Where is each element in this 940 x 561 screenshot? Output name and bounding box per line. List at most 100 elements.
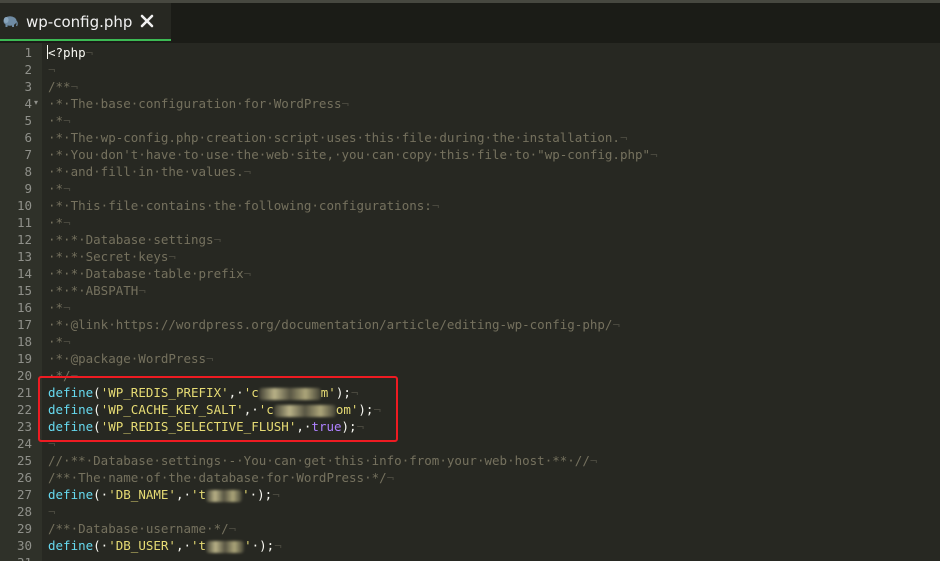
code-token: ¬ [63, 113, 71, 128]
line-number: 4 [24, 96, 32, 111]
redacted-value [206, 540, 245, 553]
code-line[interactable]: 15 ·*·*·ABSPATH¬ [0, 282, 940, 299]
code-token: ¬ [168, 249, 176, 264]
code-line[interactable]: 2 ¬ [0, 61, 940, 78]
code-text: ·*·You·don't·have·to·use·the·web·site,·y… [48, 146, 658, 163]
code-line[interactable]: 23 define('WP_REDIS_SELECTIVE_FLUSH',·tru… [0, 418, 940, 435]
code-line[interactable]: 17 ·*·@link·https://wordpress.org/documen… [0, 316, 940, 333]
code-token: ¬ [63, 300, 71, 315]
code-token: ¬ [243, 164, 252, 179]
code-line[interactable]: 27 define(·'DB_NAME',·'t '·);¬ [0, 486, 940, 503]
code-token: <?php [48, 45, 86, 60]
code-token: /**·The·name·of·the·database·for·WordPre… [48, 470, 387, 485]
code-line[interactable]: 29 /**·Database·username·*/¬ [0, 520, 940, 537]
code-line[interactable]: 14 ·*·*·Database·table·prefix¬ [0, 265, 940, 282]
code-token: ¬ [206, 351, 214, 366]
code-token: ¬ [350, 385, 359, 400]
code-text: define('WP_CACHE_KEY_SALT',·'c om');¬ [48, 401, 381, 418]
code-line[interactable]: 22 define('WP_CACHE_KEY_SALT',·'c om');¬ [0, 401, 940, 418]
code-token: ¬ [70, 79, 79, 94]
code-line[interactable]: 5 ·*¬ [0, 112, 940, 129]
tab-wp-config[interactable]: wp-config.php [0, 3, 171, 41]
code-text: ·*·*·Database·settings¬ [48, 231, 221, 248]
code-text: define('WP_REDIS_SELECTIVE_FLUSH',·true)… [48, 418, 364, 435]
code-token: ·*·You·don't·have·to·use·the·web·site,·y… [48, 147, 651, 162]
code-token: ¬ [138, 283, 146, 298]
code-token: ¬ [243, 266, 252, 281]
code-token: ·* [48, 181, 64, 196]
line-number: 16 [16, 300, 32, 315]
code-line[interactable]: 3 /**¬ [0, 78, 940, 95]
code-token: 'c [258, 402, 274, 417]
code-token: ' [244, 538, 252, 553]
code-text: ·*·@package·WordPress¬ [48, 350, 214, 367]
code-text: ·*·@link·https://wordpress.org/documenta… [48, 316, 620, 333]
code-text: define(·'DB_NAME',·'t '·);¬ [48, 486, 280, 503]
code-line[interactable]: 30 define(·'DB_USER',·'t '·);¬ [0, 537, 940, 554]
code-line[interactable]: 11 ·*¬ [0, 214, 940, 231]
line-number: 13 [16, 249, 32, 264]
line-number: 5 [24, 113, 32, 128]
tab-title: wp-config.php [26, 13, 133, 31]
code-text: ¬ [48, 435, 56, 452]
editor-window: wp-config.php 1 <?php¬ 2 ¬ 3/**¬ 4 ▾ ·*·The·bas… [0, 0, 940, 561]
code-token: ); [335, 385, 351, 400]
line-number: 11 [16, 215, 32, 230]
redacted-value [258, 387, 321, 400]
code-token: //·**·Database·settings·-·You·can·get·th… [48, 453, 590, 468]
code-token: ¬ [619, 130, 628, 145]
close-icon[interactable] [139, 13, 155, 29]
line-number: 3 [24, 79, 32, 94]
code-token: define [48, 402, 94, 417]
code-token: 't [191, 487, 207, 502]
line-number: 24 [16, 436, 32, 451]
code-line[interactable]: 20 ·*/¬ [0, 367, 940, 384]
redacted-value [206, 489, 243, 502]
code-line[interactable]: 9 ·*¬ [0, 180, 940, 197]
code-token: 'DB_USER' [108, 538, 176, 553]
code-token: ,· [228, 385, 244, 400]
code-line[interactable]: 25 //·**·Database·settings·-·You·can·get·… [0, 452, 940, 469]
code-token: ¬ [431, 198, 440, 213]
line-number: 2 [24, 62, 32, 77]
fold-arrow-icon[interactable]: ▾ [34, 95, 38, 110]
code-token: m' [320, 385, 336, 400]
code-line[interactable]: 10 ·*·This·file·contains·the·following·co… [0, 197, 940, 214]
code-line[interactable]: 21 define('WP_REDIS_PREFIX',·'c m');¬ [0, 384, 940, 401]
line-number: 30 [16, 538, 32, 553]
code-line[interactable]: 8 ·*·and·fill·in·the·values.¬ [0, 163, 940, 180]
code-token: (· [93, 487, 109, 502]
line-number: 31 [0, 554, 32, 561]
code-text: ·*·*·Database·table·prefix¬ [48, 265, 251, 282]
code-token: (· [93, 538, 109, 553]
code-line[interactable]: 31 [0, 554, 940, 561]
code-token: define [48, 419, 94, 434]
code-line[interactable]: 1 <?php¬ [0, 44, 940, 61]
code-token: ·*·@link·https://wordpress.org/documenta… [48, 317, 613, 332]
code-line[interactable]: 28 ¬ [0, 503, 940, 520]
code-text: define(·'DB_USER',·'t '·);¬ [48, 537, 282, 554]
code-line[interactable]: 7 ·*·You·don't·have·to·use·the·web·site,·… [0, 146, 940, 163]
code-line[interactable]: 16 ·*¬ [0, 299, 940, 316]
code-token: 'WP_REDIS_PREFIX' [100, 385, 229, 400]
code-text: ·*·*·ABSPATH¬ [48, 282, 146, 299]
code-line[interactable]: 18 ·*¬ [0, 333, 940, 350]
code-token: ¬ [85, 45, 94, 60]
code-line[interactable]: 19 ·*·@package·WordPress¬ [0, 350, 940, 367]
code-line[interactable]: 4 ▾ ·*·The·base·configuration·for·WordPres… [0, 95, 940, 112]
code-line[interactable]: 12 ·*·*·Database·settings¬ [0, 231, 940, 248]
line-number: 23 [16, 419, 32, 434]
code-text: ·*·The·base·configuration·for·WordPress¬ [48, 95, 349, 112]
code-text: //·**·Database·settings·-·You·can·get·th… [48, 452, 597, 469]
code-editor[interactable]: 1 <?php¬ 2 ¬ 3/**¬ 4 ▾ ·*·The·base·configuratio… [0, 43, 940, 561]
code-line[interactable]: 24 ¬ [0, 435, 940, 452]
code-line[interactable]: 6 ·*·The·wp-config.php·creation·script·us… [0, 129, 940, 146]
code-token: ,· [243, 402, 259, 417]
line-number: 7 [24, 147, 32, 162]
code-text: ·*¬ [48, 180, 71, 197]
code-line[interactable]: 13 ·*·*·Secret·keys¬ [0, 248, 940, 265]
code-line[interactable]: 26 /**·The·name·of·the·database·for·WordP… [0, 469, 940, 486]
code-token: ¬ [48, 62, 56, 77]
code-token: ¬ [650, 147, 658, 162]
code-text: /**·Database·username·*/¬ [48, 520, 236, 537]
